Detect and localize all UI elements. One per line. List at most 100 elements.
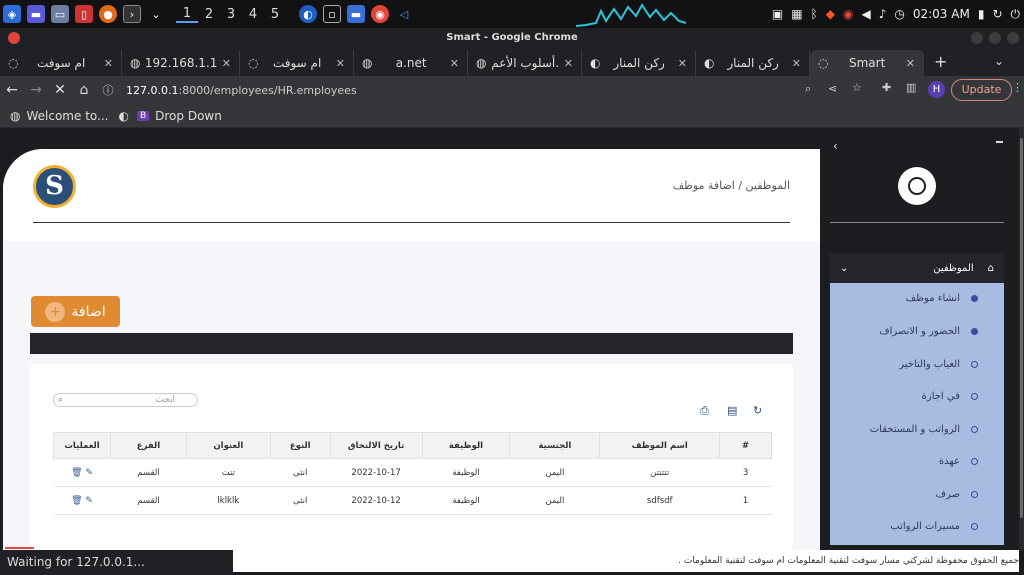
bullet-icon	[971, 458, 978, 465]
forward-icon[interactable]: →	[24, 82, 48, 98]
home-icon[interactable]: ⌂	[72, 82, 96, 98]
side-panel-icon[interactable]: ▥	[906, 81, 916, 94]
sidebar-collapse-icon[interactable]: ‹	[833, 139, 838, 153]
col-nationality[interactable]: الجنسية	[509, 432, 601, 459]
close-tab-icon[interactable]: ✕	[678, 57, 687, 70]
clock[interactable]: 02:03 AM	[913, 7, 970, 21]
document-icon[interactable]: ▯	[75, 5, 93, 23]
search-icon[interactable]: ⌕	[805, 82, 811, 96]
app-tray-icon[interactable]: ▦	[791, 7, 802, 21]
close-window-button[interactable]	[1007, 32, 1019, 44]
sidebar-section-employees[interactable]: ⌄ الموظفين ⌂	[830, 253, 1004, 283]
refresh-icon[interactable]: ↻	[992, 7, 1002, 21]
tab-8-active[interactable]: ◌ Smart ✕	[810, 50, 924, 76]
close-tab-icon[interactable]: ✕	[104, 57, 113, 70]
sidebar-item-create-employee[interactable]: انشاء موظف	[830, 289, 1004, 309]
bookmark-star-icon[interactable]: ☆	[852, 81, 862, 94]
url-input[interactable]: 127.0.0.1:8000/employees/HR.employees	[126, 84, 357, 97]
close-tab-icon[interactable]: ✕	[222, 57, 231, 70]
col-name[interactable]: اسم الموظف	[599, 432, 721, 459]
edit-icon[interactable]: ✎	[85, 468, 93, 478]
bookmark-dropdown[interactable]: Drop Down	[155, 109, 222, 123]
lock-icon[interactable]: ▮	[978, 7, 985, 21]
bluetooth-icon[interactable]: ᛒ	[811, 7, 818, 21]
sidebar-item-absence[interactable]: الغياب والتاخير	[830, 355, 1004, 375]
close-tab-icon[interactable]: ✕	[564, 57, 573, 70]
edit-icon[interactable]: ✎	[85, 496, 93, 506]
clock-icon: ◷	[894, 7, 905, 21]
search-input[interactable]: ⌕ ابحث	[53, 393, 198, 407]
tab-2[interactable]: ◍ 192.168.1.1 ✕	[122, 50, 240, 76]
sidebar-item-attendance[interactable]: الحضور و الانصراف	[830, 322, 1004, 342]
files-icon[interactable]: ▬	[347, 5, 365, 23]
col-job[interactable]: الوظيفة	[421, 432, 511, 459]
chrome-icon[interactable]: ◉	[371, 5, 389, 23]
sidebar-item-salaries[interactable]: الرواتب و المستحقات	[830, 420, 1004, 440]
back-icon[interactable]: ←	[0, 82, 24, 98]
add-employee-button[interactable]: + اضافة	[31, 296, 120, 327]
chevron-down-icon[interactable]: ⌄	[147, 5, 165, 23]
delete-icon[interactable]: 🗑	[71, 496, 82, 506]
sidebar-item-vacation[interactable]: في اجازة	[830, 387, 1004, 407]
info-icon[interactable]: ⓘ	[96, 82, 120, 98]
tab-1[interactable]: ◌ ام سوفت ✕	[0, 50, 122, 76]
workspace-5[interactable]: 5	[264, 7, 286, 22]
tab-5[interactable]: ◍ أسلوب الأعم. ✕	[468, 50, 582, 76]
bookmark-welcome[interactable]: Welcome to...	[26, 109, 108, 123]
col-gender[interactable]: النوع	[269, 432, 331, 459]
update-button[interactable]: Update	[951, 79, 1012, 101]
folder-icon[interactable]: ▭	[51, 5, 69, 23]
tab-7[interactable]: ◐ ركن المنار ✕	[696, 50, 810, 76]
col-index[interactable]: #	[719, 432, 772, 459]
tab-3[interactable]: ◌ ام سوفت ✕	[240, 50, 354, 76]
brave-icon[interactable]: ◆	[826, 7, 835, 21]
terminal-icon[interactable]: ›	[123, 5, 141, 23]
cell-branch: القسم	[110, 458, 187, 487]
chrome-tray-icon[interactable]: ◉	[843, 7, 853, 21]
app-launcher-icon[interactable]: ◈	[3, 5, 21, 23]
tab-4[interactable]: ◍ a.net ✕	[354, 50, 468, 76]
minimize-button[interactable]	[971, 32, 983, 44]
window-icon[interactable]: ▫	[323, 5, 341, 23]
menu-dots-icon[interactable]: ⋮	[1012, 81, 1023, 94]
close-tab-icon[interactable]: ✕	[336, 57, 345, 70]
delete-icon[interactable]: 🗑	[71, 468, 82, 478]
power-icon[interactable]: ⏻	[1011, 7, 1021, 22]
sidebar-menu-icon[interactable]	[996, 141, 1003, 143]
extensions-icon[interactable]: ✚	[882, 81, 891, 94]
profile-avatar[interactable]: H	[928, 81, 945, 98]
page-scrollbar[interactable]	[1019, 128, 1024, 550]
col-join-date[interactable]: تاريخ الالتحاق	[329, 432, 423, 459]
desktop-icon[interactable]: ▬	[27, 5, 45, 23]
workspace-4[interactable]: 4	[242, 7, 264, 22]
maximize-button[interactable]	[989, 32, 1001, 44]
cell-join-date: 2022-10-12	[330, 486, 423, 515]
workspace-3[interactable]: 3	[220, 7, 242, 22]
close-tab-icon[interactable]: ✕	[792, 57, 801, 70]
tab-6[interactable]: ◐ ركن المنار ✕	[582, 50, 696, 76]
sidebar-item-payroll[interactable]: مسيرات الرواتب	[830, 517, 1004, 537]
stop-loading-icon[interactable]: ✕	[48, 82, 72, 98]
sidebar-item-custody[interactable]: عهدة	[830, 452, 1004, 472]
workspace-2[interactable]: 2	[198, 7, 220, 22]
col-address[interactable]: العنوان	[185, 432, 271, 459]
browser-icon[interactable]: ◐	[299, 5, 317, 23]
share-icon[interactable]: ⋖	[828, 82, 837, 95]
workspace-1[interactable]: 1	[176, 6, 198, 23]
firefox-icon[interactable]: ●	[99, 5, 117, 23]
new-tab-button[interactable]: +	[934, 52, 947, 71]
refresh-table-icon[interactable]: ↻	[753, 404, 762, 417]
export-excel-icon[interactable]: ▤	[727, 404, 737, 417]
close-tab-icon[interactable]: ✕	[450, 57, 459, 70]
vscode-icon[interactable]: ◁	[395, 5, 413, 23]
notification-icon[interactable]: ♪	[879, 7, 887, 21]
print-icon[interactable]: ⎙	[700, 404, 709, 418]
col-branch[interactable]: الفرع	[110, 432, 187, 459]
header-divider	[33, 222, 790, 223]
user-avatar[interactable]	[898, 167, 936, 205]
screen-icon[interactable]: ▣	[772, 7, 783, 21]
close-tab-icon[interactable]: ✕	[906, 57, 915, 70]
sidebar-item-disbursement[interactable]: صرف	[830, 485, 1004, 505]
volume-icon[interactable]: ◀	[861, 7, 870, 21]
tab-search-chevron-icon[interactable]: ⌄	[994, 54, 1004, 68]
